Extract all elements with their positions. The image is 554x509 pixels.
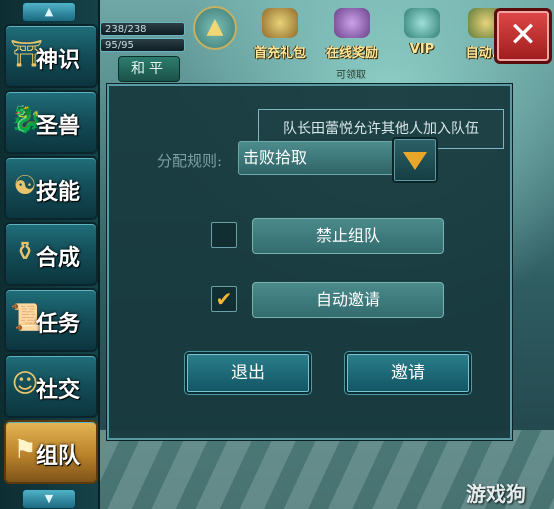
menu-item-label: 任务 <box>36 311 81 337</box>
up-arrow-icon: ▲ <box>206 14 224 39</box>
mp-bar: 95/95 <box>100 38 185 52</box>
dropdown-arrow-icon <box>403 152 427 170</box>
first-recharge-label: 首充礼包 <box>253 46 306 61</box>
auto-invite-checkbox[interactable]: ✔ <box>211 286 237 312</box>
vip-dragon-icon <box>404 8 440 38</box>
menu-scroll-down-button[interactable]: ▼ <box>22 489 76 509</box>
claimable-label: 可领取 <box>336 70 366 81</box>
menu-item-label: 技能 <box>36 179 81 205</box>
collapse-top-menu-button[interactable]: ▲ <box>193 6 237 50</box>
menu-item-shengshou[interactable]: 🐉 圣兽 <box>4 90 98 154</box>
menu-item-skills[interactable]: ☯ 技能 <box>4 156 98 220</box>
auto-invite-option[interactable]: 自动邀请 <box>252 282 444 318</box>
pk-mode-button[interactable]: 和平 <box>118 56 180 82</box>
menu-item-label: 组队 <box>36 443 81 469</box>
menu-item-label: 神识 <box>36 47 81 73</box>
watermark: 游戏狗 <box>466 482 526 506</box>
first-recharge-gift-button[interactable]: 首充礼包 <box>250 4 310 64</box>
menu-item-team[interactable]: ⚑ 组队 <box>4 420 98 484</box>
menu-item-label: 社交 <box>36 377 81 403</box>
menu-item-synthesis[interactable]: ⚱ 合成 <box>4 222 98 286</box>
loot-rule-select[interactable]: 击败拾取 <box>238 141 394 175</box>
chevron-down-icon: ▼ <box>44 492 54 505</box>
menu-scroll-up-button[interactable]: ▲ <box>22 2 76 22</box>
chevron-up-icon: ▲ <box>44 5 54 18</box>
gift-box-icon <box>262 8 298 38</box>
loot-rule-dropdown-button[interactable] <box>392 137 438 183</box>
vip-label: VIP <box>409 42 435 57</box>
checkmark-icon: ✔ <box>215 287 233 311</box>
menu-item-shenshi[interactable]: ⛩ 神识 <box>4 24 98 88</box>
hp-bar: 238/238 <box>100 22 185 36</box>
close-icon: ✕ <box>508 15 538 55</box>
close-button[interactable]: ✕ <box>494 8 552 64</box>
menu-item-label: 圣兽 <box>36 113 81 139</box>
online-reward-button[interactable]: 在线奖励 <box>322 4 382 64</box>
loot-rule-label: 分配规则: <box>157 152 223 170</box>
left-side-menu: ▲ ⛩ 神识 🐉 圣兽 ☯ 技能 ⚱ 合成 📜 任务 ☺ 社交 ⚑ 组队 ▼ <box>0 0 100 509</box>
menu-item-quests[interactable]: 📜 任务 <box>4 288 98 352</box>
menu-item-social[interactable]: ☺ 社交 <box>4 354 98 418</box>
reward-gift-icon <box>334 8 370 38</box>
forbid-team-checkbox[interactable] <box>211 222 237 248</box>
forbid-team-option[interactable]: 禁止组队 <box>252 218 444 254</box>
vip-button[interactable]: VIP <box>392 4 452 64</box>
online-reward-label: 在线奖励 <box>325 46 378 61</box>
quit-team-button[interactable]: 退出 <box>185 352 311 394</box>
menu-item-label: 合成 <box>36 245 81 271</box>
invite-button[interactable]: 邀请 <box>345 352 471 394</box>
